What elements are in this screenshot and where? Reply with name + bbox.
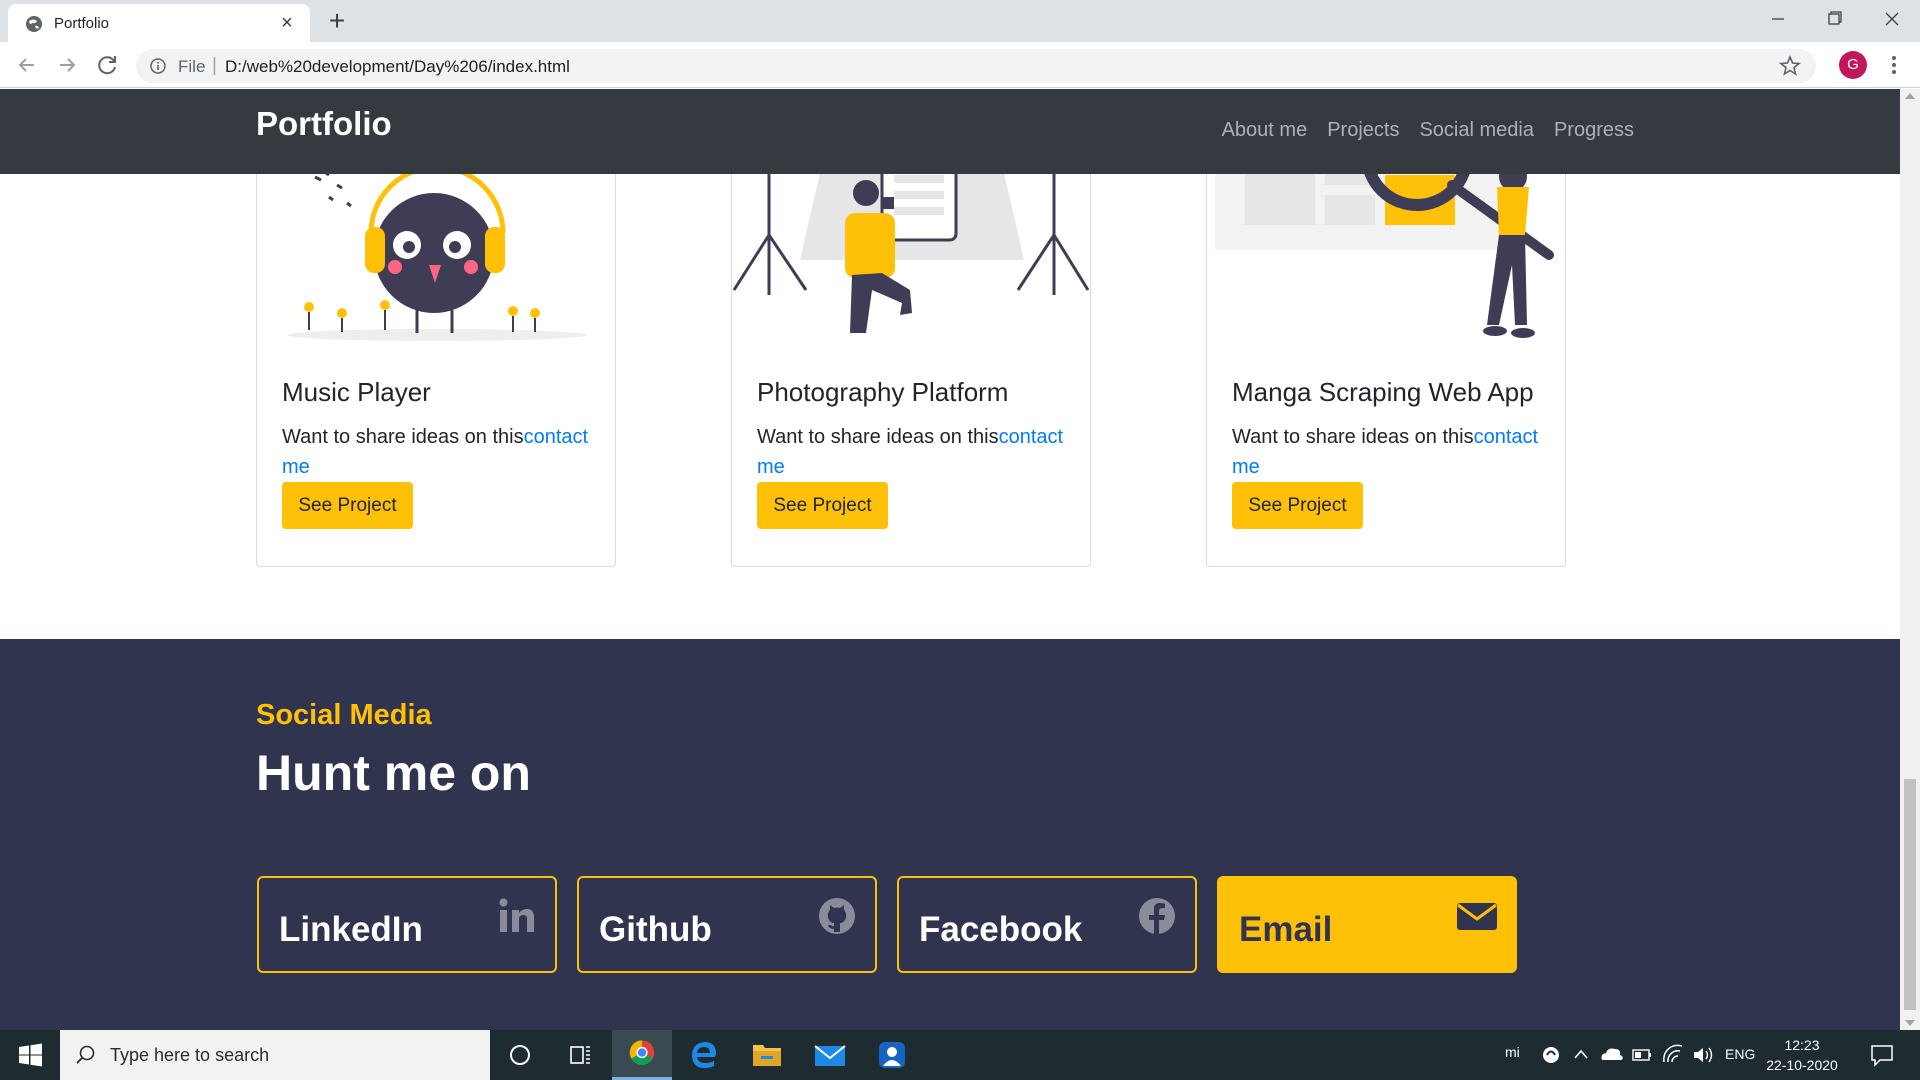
- chrome-icon[interactable]: [612, 1030, 672, 1080]
- projects-section: Music Player Want to share ideas on this…: [0, 154, 1900, 639]
- task-view-icon[interactable]: [550, 1030, 610, 1080]
- see-project-button[interactable]: See Project: [1232, 482, 1363, 529]
- section-kicker: Social Media: [256, 699, 432, 731]
- section-heading: Hunt me on: [256, 745, 531, 801]
- address-bar[interactable]: File | D:/web%20development/Day%206/inde…: [136, 49, 1816, 83]
- tab-title: Portfolio: [54, 15, 110, 32]
- edge-icon[interactable]: [675, 1030, 735, 1080]
- social-media-section: Social Media Hunt me on LinkedIn Github …: [0, 639, 1900, 1030]
- browser-toolbar: File | D:/web%20development/Day%206/inde…: [0, 42, 1920, 88]
- taskbar-search[interactable]: Type here to search: [60, 1030, 490, 1080]
- facebook-card[interactable]: Facebook: [897, 876, 1197, 973]
- window-close-icon[interactable]: [1864, 0, 1920, 38]
- url-separator: |: [212, 55, 217, 76]
- project-description: Want to share ideas on thiscontact me: [282, 422, 602, 482]
- back-arrow-icon[interactable]: [13, 51, 41, 79]
- globe-icon: [26, 16, 42, 32]
- wifi-icon[interactable]: [1660, 1030, 1686, 1080]
- forward-arrow-icon[interactable]: [53, 51, 81, 79]
- restore-icon[interactable]: [1806, 0, 1862, 38]
- browser-tabstrip: Portfolio × +: [0, 0, 1920, 42]
- nav-link-progress[interactable]: Progress: [1554, 119, 1634, 142]
- windows-taskbar: Type here to search mi ENG 12:23 22-10-2…: [0, 1030, 1920, 1080]
- url-scheme-label: File: [178, 57, 206, 76]
- social-label: LinkedIn: [279, 910, 423, 949]
- mail-icon[interactable]: [800, 1030, 860, 1080]
- browser-menu-icon[interactable]: [1882, 53, 1906, 77]
- nav-link-about[interactable]: About me: [1222, 119, 1308, 142]
- url-text[interactable]: D:/web%20development/Day%206/index.html: [225, 57, 570, 77]
- music-bird-illustration: [287, 157, 587, 341]
- reload-icon[interactable]: [94, 51, 122, 79]
- project-title: Manga Scraping Web App: [1232, 377, 1534, 407]
- search-magnifier-illustration: [1215, 155, 1554, 338]
- language-indicator[interactable]: ENG: [1725, 1046, 1755, 1080]
- notifications-icon[interactable]: [1864, 1030, 1900, 1080]
- navbar-brand[interactable]: Portfolio: [256, 105, 392, 143]
- scroll-down-arrow-icon[interactable]: [1905, 1020, 1915, 1026]
- clock-time: 12:23: [1784, 1037, 1820, 1053]
- project-description: Want to share ideas on thiscontact me: [1232, 422, 1552, 482]
- info-icon[interactable]: [150, 58, 166, 74]
- site-navbar: Portfolio About me Projects Social media…: [0, 89, 1900, 174]
- nav-link-social-media[interactable]: Social media: [1419, 119, 1534, 142]
- github-card[interactable]: Github: [577, 876, 877, 973]
- tab-close-icon[interactable]: ×: [274, 10, 300, 36]
- clock-date: 22-10-2020: [1766, 1057, 1838, 1073]
- description-text: Want to share ideas on this: [1232, 426, 1474, 448]
- email-card[interactable]: Email: [1217, 876, 1517, 973]
- see-project-button[interactable]: See Project: [757, 482, 888, 529]
- social-label: Email: [1239, 910, 1333, 949]
- see-project-button[interactable]: See Project: [282, 482, 413, 529]
- linkedin-card[interactable]: LinkedIn: [257, 876, 557, 973]
- search-icon: [76, 1045, 95, 1064]
- email-icon: [1457, 903, 1497, 930]
- windows-start-icon[interactable]: [0, 1030, 60, 1080]
- scroll-up-arrow-icon[interactable]: [1905, 93, 1915, 99]
- nav-link-projects[interactable]: Projects: [1327, 119, 1399, 142]
- battery-icon[interactable]: [1630, 1030, 1654, 1080]
- new-tab-icon[interactable]: +: [322, 6, 352, 36]
- description-text: Want to share ideas on this: [757, 426, 999, 448]
- tray-mi-label[interactable]: mi: [1505, 1044, 1520, 1080]
- photographer-illustration: [732, 155, 1090, 333]
- navbar-links: About me Projects Social media Progress: [1222, 119, 1634, 142]
- bookmark-star-icon[interactable]: [1778, 54, 1802, 78]
- volume-icon[interactable]: [1690, 1030, 1716, 1080]
- github-icon: [819, 898, 855, 934]
- linkedin-icon: [499, 898, 534, 932]
- search-placeholder: Type here to search: [110, 1045, 270, 1065]
- project-title: Music Player: [282, 377, 431, 407]
- app-store-icon[interactable]: [862, 1030, 922, 1080]
- project-card: Manga Scraping Web App Want to share ide…: [1206, 154, 1566, 567]
- browser-tab[interactable]: Portfolio ×: [8, 4, 310, 42]
- project-card: Photography Platform Want to share ideas…: [731, 154, 1091, 567]
- page-viewport: Portfolio About me Projects Social media…: [0, 89, 1900, 1030]
- taskbar-clock[interactable]: 12:23 22-10-2020: [1762, 1035, 1842, 1075]
- profile-avatar[interactable]: G: [1839, 51, 1867, 79]
- social-label: Github: [599, 910, 712, 949]
- project-description: Want to share ideas on thiscontact me: [757, 422, 1077, 482]
- facebook-icon: [1139, 898, 1175, 934]
- page-scrollbar[interactable]: [1900, 89, 1920, 1030]
- file-explorer-icon[interactable]: [737, 1030, 797, 1080]
- chevron-up-icon[interactable]: [1570, 1030, 1592, 1080]
- project-card: Music Player Want to share ideas on this…: [256, 154, 616, 567]
- minimize-icon[interactable]: [1750, 0, 1806, 38]
- description-text: Want to share ideas on this: [282, 426, 524, 448]
- social-label: Facebook: [919, 910, 1083, 949]
- sync-icon[interactable]: [1538, 1030, 1564, 1080]
- scrollbar-thumb[interactable]: [1904, 779, 1916, 1010]
- cortana-icon[interactable]: [490, 1030, 550, 1080]
- onedrive-cloud-icon[interactable]: [1596, 1030, 1626, 1080]
- project-title: Photography Platform: [757, 377, 1009, 407]
